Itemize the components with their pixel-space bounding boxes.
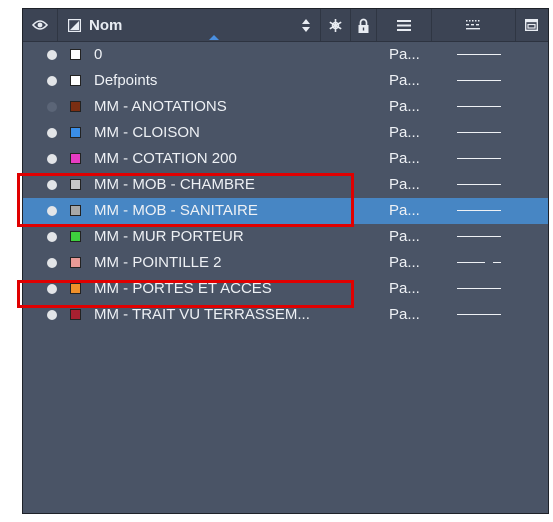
layer-row[interactable]: MM - MUR PORTEUR Pa...	[23, 224, 548, 250]
layer-color-swatch[interactable]	[70, 231, 81, 242]
layer-linetype[interactable]: Pa...	[389, 228, 420, 245]
layer-linetype[interactable]: Pa...	[389, 124, 420, 141]
visibility-toggle-icon[interactable]	[47, 154, 57, 164]
layer-linetype[interactable]: Pa...	[389, 46, 420, 63]
layer-color-swatch[interactable]	[70, 257, 81, 268]
visibility-toggle-icon[interactable]	[47, 76, 57, 86]
line-preview[interactable]	[457, 314, 501, 315]
color-box-icon[interactable]	[67, 9, 81, 41]
layer-color-swatch[interactable]	[70, 49, 81, 60]
lock-icon[interactable]	[350, 9, 376, 41]
layers-panel: Nom 0 Pa... Defpoints Pa... MM - ANOTATIONS P…	[22, 8, 549, 514]
layer-name: MM - ANOTATIONS	[94, 98, 227, 115]
line-preview[interactable]	[457, 236, 501, 237]
layer-row[interactable]: Defpoints Pa...	[23, 68, 548, 94]
highlight-box-portes	[17, 280, 354, 308]
layer-color-swatch[interactable]	[70, 309, 81, 320]
layer-name: MM - MUR PORTEUR	[94, 228, 244, 245]
layer-row[interactable]: MM - ANOTATIONS Pa...	[23, 94, 548, 120]
layer-linetype[interactable]: Pa...	[389, 202, 420, 219]
sort-indicator-icon	[209, 35, 219, 40]
visibility-toggle-icon[interactable]	[47, 310, 57, 320]
line-preview[interactable]	[457, 54, 501, 55]
layer-row[interactable]: MM - COTATION 200 Pa...	[23, 146, 548, 172]
layer-color-swatch[interactable]	[70, 101, 81, 112]
visibility-toggle-icon[interactable]	[47, 258, 57, 268]
layer-linetype[interactable]: Pa...	[389, 254, 420, 271]
column-name-label: Nom	[89, 16, 123, 34]
layer-name: MM - POINTILLE 2	[94, 254, 222, 271]
layer-row[interactable]: MM - POINTILLE 2 Pa...	[23, 250, 548, 276]
visibility-toggle-icon[interactable]	[47, 102, 57, 112]
visibility-toggle-icon[interactable]	[47, 128, 57, 138]
layers-header: Nom	[23, 9, 548, 42]
window-icon[interactable]	[515, 9, 548, 41]
layer-name: Defpoints	[94, 72, 158, 89]
layer-color-swatch[interactable]	[70, 127, 81, 138]
visibility-toggle-icon[interactable]	[47, 50, 57, 60]
layer-color-swatch[interactable]	[70, 75, 81, 86]
sort-arrows-icon[interactable]	[299, 9, 313, 41]
layer-color-swatch[interactable]	[70, 153, 81, 164]
layer-name: MM - CLOISON	[94, 124, 200, 141]
layer-linetype[interactable]: Pa...	[389, 306, 420, 323]
column-header-nom[interactable]: Nom	[89, 9, 122, 41]
layer-linetype[interactable]: Pa...	[389, 150, 420, 167]
highlight-box-mob	[17, 173, 354, 227]
line-preview[interactable]	[457, 106, 501, 107]
layer-name: MM - COTATION 200	[94, 150, 237, 167]
line-preview[interactable]	[457, 132, 501, 133]
line-preview[interactable]	[457, 80, 501, 81]
line-preview[interactable]	[457, 184, 501, 185]
line-preview[interactable]	[457, 210, 501, 211]
layer-row[interactable]: 0 Pa...	[23, 42, 548, 68]
eye-icon[interactable]	[23, 9, 57, 41]
layer-row[interactable]: MM - CLOISON Pa...	[23, 120, 548, 146]
layer-linetype[interactable]: Pa...	[389, 176, 420, 193]
layer-linetype[interactable]: Pa...	[389, 98, 420, 115]
line-preview-dashed[interactable]	[457, 262, 501, 263]
visibility-toggle-icon[interactable]	[47, 232, 57, 242]
snowflake-icon[interactable]	[320, 9, 350, 41]
layer-linetype[interactable]: Pa...	[389, 280, 420, 297]
layer-linetype[interactable]: Pa...	[389, 72, 420, 89]
layer-name: MM - TRAIT VU TERRASSEM...	[94, 306, 310, 323]
line-preview[interactable]	[457, 158, 501, 159]
menu-lines-icon[interactable]	[376, 9, 431, 41]
layer-name: 0	[94, 46, 103, 63]
dotted-lines-icon[interactable]	[431, 9, 515, 41]
line-preview[interactable]	[457, 288, 501, 289]
